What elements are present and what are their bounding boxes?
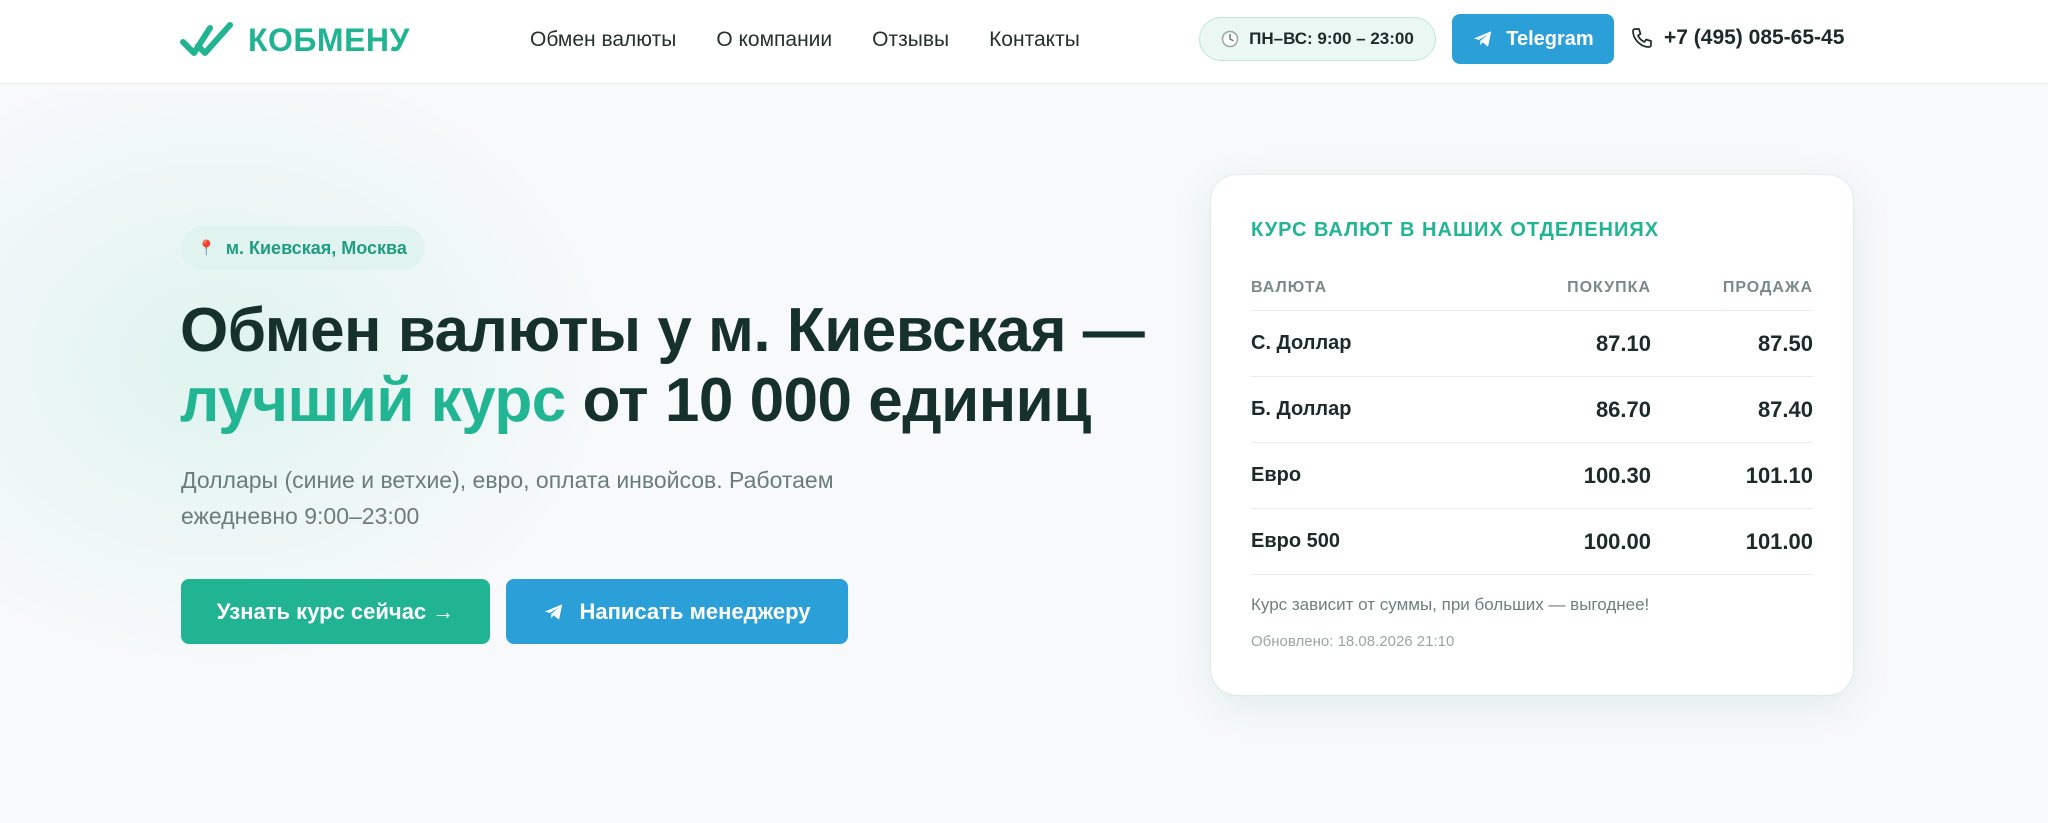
rates-table-header: ВАЛЮТА ПОКУПКА ПРОДАЖА bbox=[1251, 265, 1813, 311]
rates-card-title: КУРС ВАЛЮТ В НАШИХ ОТДЕЛЕНИЯХ bbox=[1251, 219, 1660, 241]
working-hours-badge: ПН–ВС: 9:00 – 23:00 bbox=[1199, 17, 1436, 61]
exchange-rates-card: КУРС ВАЛЮТ В НАШИХ ОТДЕЛЕНИЯХ ВАЛЮТА ПОК… bbox=[1211, 175, 1853, 695]
get-rate-button-label: Узнать курс сейчас → bbox=[216, 598, 455, 624]
message-manager-button[interactable]: Написать менеджеру bbox=[506, 579, 848, 644]
currency-name: Евро bbox=[1251, 464, 1302, 486]
hero-subtitle: Доллары (синие и ветхие), евро, оплата и… bbox=[181, 467, 834, 529]
telegram-plane-icon bbox=[1474, 31, 1492, 47]
currency-name: Евро 500 bbox=[1251, 530, 1340, 552]
telegram-plane-icon bbox=[545, 603, 563, 620]
telegram-button[interactable]: Telegram bbox=[1452, 14, 1614, 64]
sell-rate: 101.10 bbox=[1745, 462, 1813, 488]
headline-line1: Обмен валюты у м. Киевская — bbox=[180, 296, 1145, 365]
rates-note: Курс зависит от суммы, при больших — выг… bbox=[1251, 595, 1650, 614]
sell-rate: 87.40 bbox=[1757, 396, 1813, 422]
phone-number: +7 (495) 085-65-45 bbox=[1664, 26, 1845, 49]
working-hours-text: ПН–ВС: 9:00 – 23:00 bbox=[1249, 29, 1414, 48]
buy-rate: 87.10 bbox=[1595, 330, 1651, 356]
nav-link-exchange[interactable]: Обмен валюты bbox=[530, 26, 676, 54]
get-rate-button[interactable]: Узнать курс сейчас → bbox=[181, 579, 490, 644]
buy-rate: 100.30 bbox=[1583, 462, 1651, 488]
currency-name: Б. Доллар bbox=[1251, 398, 1352, 420]
table-row: Б. Доллар 86.70 87.40 bbox=[1251, 377, 1813, 443]
site-header: КОБМЕНУ Обмен валюты О компании Отзывы К… bbox=[0, 0, 2048, 84]
table-row: С. Доллар 87.10 87.50 bbox=[1251, 311, 1813, 377]
buy-rate: 100.00 bbox=[1583, 528, 1651, 554]
sell-rate: 101.00 bbox=[1745, 528, 1813, 554]
headline-rest: от 10 000 единиц bbox=[565, 366, 1091, 435]
buy-rate: 86.70 bbox=[1595, 396, 1651, 422]
main-nav: Обмен валюты О компании Отзывы Контакты bbox=[530, 26, 1120, 54]
table-row: Евро 100.30 101.10 bbox=[1251, 443, 1813, 509]
nav-link-reviews[interactable]: Отзывы bbox=[872, 26, 949, 54]
headline-accent: лучший курс bbox=[180, 366, 566, 435]
rates-updated-timestamp: Обновлено: 18.08.2026 21:10 bbox=[1251, 633, 1455, 650]
double-check-logo-icon bbox=[180, 22, 233, 56]
column-header-sell: ПРОДАЖА bbox=[1722, 278, 1813, 296]
hero-headline: Обмен валюты у м. Киевская — лучший курс… bbox=[180, 296, 1180, 436]
phone-link[interactable]: +7 (495) 085-65-45 bbox=[1630, 26, 1844, 50]
table-row: Евро 500 100.00 101.00 bbox=[1251, 509, 1813, 575]
sell-rate: 87.50 bbox=[1757, 330, 1813, 356]
logo-text: КОБМЕНУ bbox=[248, 21, 410, 58]
nav-link-contacts[interactable]: Контакты bbox=[989, 26, 1080, 54]
nav-link-about[interactable]: О компании bbox=[716, 26, 832, 54]
rates-table: ВАЛЮТА ПОКУПКА ПРОДАЖА С. Доллар 87.10 8… bbox=[1251, 265, 1813, 575]
map-pin-icon: 📍 bbox=[197, 240, 216, 257]
column-header-buy: ПОКУПКА bbox=[1567, 278, 1651, 296]
message-manager-button-label: Написать менеджеру bbox=[579, 598, 811, 624]
telegram-button-label: Telegram bbox=[1506, 27, 1594, 50]
currency-name: С. Доллар bbox=[1251, 332, 1352, 354]
clock-icon bbox=[1221, 30, 1239, 48]
column-header-currency: ВАЛЮТА bbox=[1251, 278, 1328, 296]
phone-icon bbox=[1632, 28, 1652, 48]
location-text: м. Киевская, Москва bbox=[225, 237, 407, 258]
location-badge: 📍 м. Киевская, Москва bbox=[181, 226, 425, 270]
logo[interactable]: КОБМЕНУ bbox=[180, 18, 410, 62]
